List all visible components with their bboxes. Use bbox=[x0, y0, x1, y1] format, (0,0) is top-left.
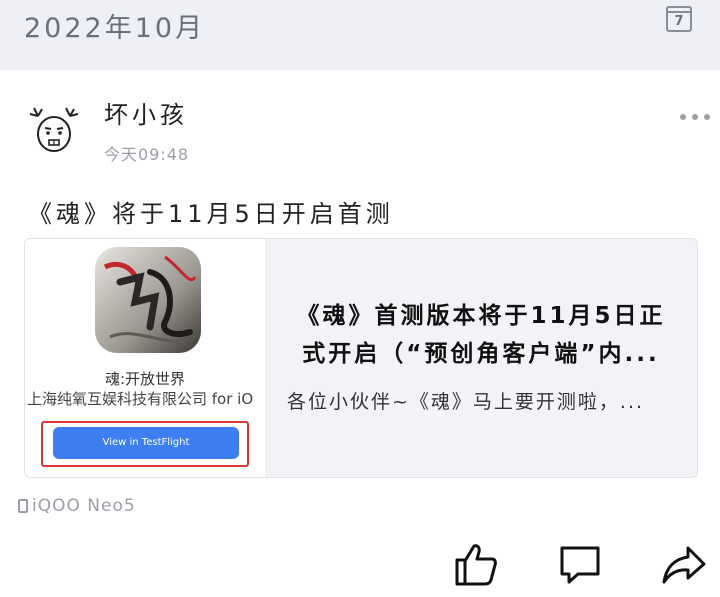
testflight-button[interactable]: View in TestFlight bbox=[53, 427, 239, 459]
device-info: iQOO Neo5 bbox=[18, 496, 136, 516]
card-description: 各位小伙伴~《魂》马上要开测啦，... bbox=[287, 391, 645, 413]
card-title: 《魂》首测版本将于11月5日正式开启（“预创角客户端”内... bbox=[296, 303, 666, 367]
share-icon[interactable] bbox=[660, 540, 708, 588]
username[interactable]: 坏小孩 bbox=[104, 95, 188, 130]
developer-name: 上海纯氧互娱科技有限公司 for iO bbox=[27, 390, 254, 408]
avatar[interactable] bbox=[26, 102, 82, 158]
month-label: 2022年10月 bbox=[24, 13, 206, 44]
link-card[interactable]: 魂:开放世界 上海纯氧互娱科技有限公司 for iO View in TestF… bbox=[24, 238, 698, 478]
post-text: 《魂》将于11月5日开启首测 bbox=[28, 200, 394, 228]
app-icon bbox=[95, 247, 201, 353]
more-icon[interactable] bbox=[680, 112, 710, 122]
phone-icon bbox=[18, 499, 28, 513]
card-thumbnail: 魂:开放世界 上海纯氧互娱科技有限公司 for iO View in TestF… bbox=[25, 239, 265, 477]
calendar-icon[interactable]: 7 bbox=[666, 6, 692, 32]
comment-icon[interactable] bbox=[556, 540, 604, 588]
calendar-day: 7 bbox=[674, 14, 684, 29]
app-name: 魂:开放世界 bbox=[104, 370, 186, 388]
post-time: 今天09:48 bbox=[104, 145, 190, 164]
header-bar: 2022年10月 7 bbox=[0, 0, 720, 70]
thumbs-up-icon[interactable] bbox=[452, 540, 500, 588]
device-name: iQOO Neo5 bbox=[32, 496, 136, 516]
